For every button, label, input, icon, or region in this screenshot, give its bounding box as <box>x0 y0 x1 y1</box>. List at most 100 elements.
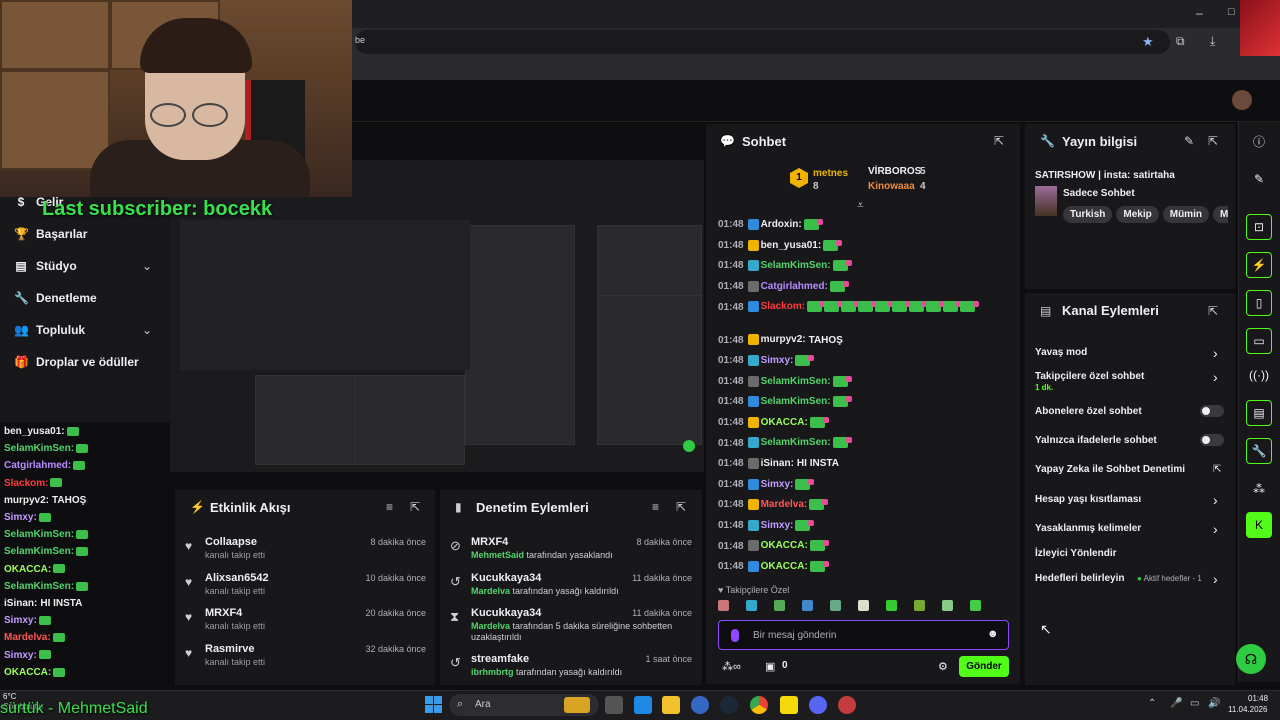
moderated-user[interactable]: Kucukkaya34 <box>471 572 541 584</box>
chevron-up-icon[interactable]: ⌃ <box>1148 698 1156 709</box>
popout-icon[interactable]: ⇱ <box>410 500 420 514</box>
chat-username[interactable]: Slackom: <box>761 302 805 313</box>
pencil-icon[interactable]: ✎ <box>1246 166 1272 192</box>
toggle-switch[interactable] <box>1200 434 1224 446</box>
app-icon[interactable] <box>838 696 856 714</box>
chat-username[interactable]: Simxy: <box>761 479 794 490</box>
nav-item-topluluk[interactable]: 👥 Topluluk <box>14 323 85 337</box>
channel-action-row[interactable]: Yapay Zeka ile Sohbet Denetimi <box>1035 464 1185 475</box>
layout-icon[interactable]: ▤ <box>1246 400 1272 426</box>
clock-time[interactable]: 01:48 <box>1248 694 1268 703</box>
channel-action-row[interactable]: Yasaklanmış kelimeler <box>1035 523 1141 534</box>
channel-action-row[interactable]: Takipçilere özel sohbet <box>1035 371 1144 382</box>
task-view-icon[interactable] <box>605 696 623 714</box>
windows-start-icon[interactable] <box>425 696 442 713</box>
stream-category[interactable]: Sadece Sohbet <box>1063 188 1135 199</box>
clip-icon[interactable]: ⊡ <box>1246 214 1272 240</box>
popout-icon[interactable]: ⇱ <box>1208 304 1218 318</box>
leaderboard-second-name[interactable]: VİRBOROS <box>868 166 921 177</box>
toggle-switch[interactable] <box>1200 405 1224 417</box>
follower-name[interactable]: Rasmirve <box>205 643 255 655</box>
chat-bubble-icon[interactable]: ▭ <box>1246 328 1272 354</box>
bolt-icon[interactable]: ⚡ <box>1246 252 1272 278</box>
send-button[interactable]: Gönder <box>959 656 1009 677</box>
chat-username[interactable]: Ardoxin: <box>761 219 802 230</box>
extensions-icon[interactable]: ⧉ <box>1176 34 1185 49</box>
channel-action-row[interactable]: Yavaş mod <box>1035 347 1087 358</box>
tag[interactable]: Mümin <box>1162 206 1209 223</box>
obs-icon[interactable] <box>691 696 709 714</box>
calculator-icon[interactable] <box>634 696 652 714</box>
nav-item-droplar[interactable]: 🎁 Droplar ve ödüller <box>14 355 139 369</box>
tag[interactable]: Müs <box>1212 206 1228 223</box>
pencil-icon[interactable]: ✎ <box>1184 134 1194 148</box>
chevron-down-icon[interactable]: ⌄ <box>142 259 152 273</box>
moderator-name[interactable]: Mardelva <box>471 621 510 631</box>
download-icon[interactable]: ⤓ <box>1210 34 1215 49</box>
avatar[interactable] <box>1232 90 1252 110</box>
chat-input[interactable]: Bir mesaj gönderin ☻ <box>718 620 1009 650</box>
chrome-icon[interactable] <box>750 696 768 714</box>
leaderboard-third-name[interactable]: Kinowaaa <box>868 181 915 192</box>
share-icon[interactable]: ⁂ <box>1246 476 1272 502</box>
address-bar[interactable]: be <box>355 30 1170 54</box>
tag[interactable]: Mekip <box>1116 206 1159 223</box>
chat-username[interactable]: Simxy: <box>761 520 794 531</box>
moderator-name[interactable]: ibrhmbrtg <box>471 667 514 677</box>
wrench-icon[interactable]: 🔧 <box>1246 438 1272 464</box>
nav-item-basarilar[interactable]: 🏆 Başarılar <box>14 227 87 241</box>
info-icon[interactable]: ⓘ <box>1246 128 1272 154</box>
notes-icon[interactable] <box>780 696 798 714</box>
moderator-name[interactable]: Mardelva <box>471 586 510 596</box>
chat-username[interactable]: Catgirlahmed: <box>761 281 828 292</box>
filter-icon[interactable]: ≡ <box>652 500 659 514</box>
chat-username[interactable]: OKACCA: <box>761 561 808 572</box>
chat-username[interactable]: OKACCA: <box>761 541 808 552</box>
support-headset-icon[interactable]: ☊ <box>1236 644 1266 674</box>
chat-username[interactable]: iSinan: <box>761 458 794 469</box>
kick-icon[interactable]: K <box>1246 512 1272 538</box>
points-infinity-icon[interactable]: ⁂∞ <box>722 660 741 673</box>
leaderboard-first-name[interactable]: metnes <box>813 168 848 179</box>
clock-date[interactable]: 11.04.2026 <box>1228 705 1267 714</box>
chevron-down-icon[interactable]: ⌄ <box>142 323 152 337</box>
moderated-user[interactable]: Kucukkaya34 <box>471 607 541 619</box>
file-explorer-icon[interactable] <box>662 696 680 714</box>
popout-icon[interactable]: ⇱ <box>676 500 686 514</box>
document-icon[interactable]: ▯ <box>1246 290 1272 316</box>
chat-username[interactable]: Simxy: <box>761 355 794 366</box>
collapse-icon[interactable]: ⩡ <box>857 198 864 213</box>
chat-username[interactable]: SelamKimSen: <box>761 376 831 387</box>
broadcast-icon[interactable]: ((·)) <box>1246 362 1272 388</box>
chat-username[interactable]: ben_yusa01: <box>761 240 822 251</box>
popout-icon[interactable]: ⇱ <box>994 134 1004 148</box>
filter-icon[interactable]: ≡ <box>386 500 393 514</box>
chevron-right-icon[interactable]: › <box>1213 571 1218 587</box>
channel-action-row[interactable]: İzleyici Yönlendir <box>1035 548 1117 559</box>
minimize-icon[interactable]: – <box>1196 6 1203 20</box>
follower-name[interactable]: Alixsan6542 <box>205 572 269 584</box>
chat-username[interactable]: Mardelva: <box>761 499 808 510</box>
channel-action-row[interactable]: Hesap yaşı kısıtlaması <box>1035 494 1141 505</box>
channel-action-row[interactable]: Yalnızca ifadelerle sohbet <box>1035 435 1157 446</box>
follower-name[interactable]: MRXF4 <box>205 607 242 619</box>
mic-icon[interactable]: 🎤 <box>1170 698 1182 709</box>
bookmark-star-icon[interactable]: ★ <box>1142 34 1154 50</box>
nav-item-denetleme[interactable]: 🔧 Denetleme <box>14 291 97 305</box>
moderated-user[interactable]: MRXF4 <box>471 536 508 548</box>
chat-username[interactable]: SelamKimSen: <box>761 396 831 407</box>
chat-username[interactable]: SelamKimSen: <box>761 260 831 271</box>
emote-bar[interactable] <box>718 600 1008 616</box>
chevron-right-icon[interactable]: › <box>1213 521 1218 537</box>
maximize-icon[interactable]: □ <box>1228 6 1235 18</box>
external-link-icon[interactable]: ⇱ <box>1213 464 1221 475</box>
chevron-right-icon[interactable]: › <box>1213 345 1218 361</box>
nav-item-studyo[interactable]: ▤ Stüdyo <box>14 259 76 273</box>
display-icon[interactable]: ▭ <box>1190 698 1199 709</box>
channel-action-row[interactable]: Hedefleri belirleyin <box>1035 573 1124 584</box>
settings-icon[interactable]: ⚙ <box>938 660 948 673</box>
chevron-right-icon[interactable]: › <box>1213 369 1218 385</box>
chat-username[interactable]: OKACCA: <box>761 417 808 428</box>
volume-icon[interactable]: 🔊 <box>1208 698 1220 709</box>
discord-icon[interactable] <box>809 696 827 714</box>
